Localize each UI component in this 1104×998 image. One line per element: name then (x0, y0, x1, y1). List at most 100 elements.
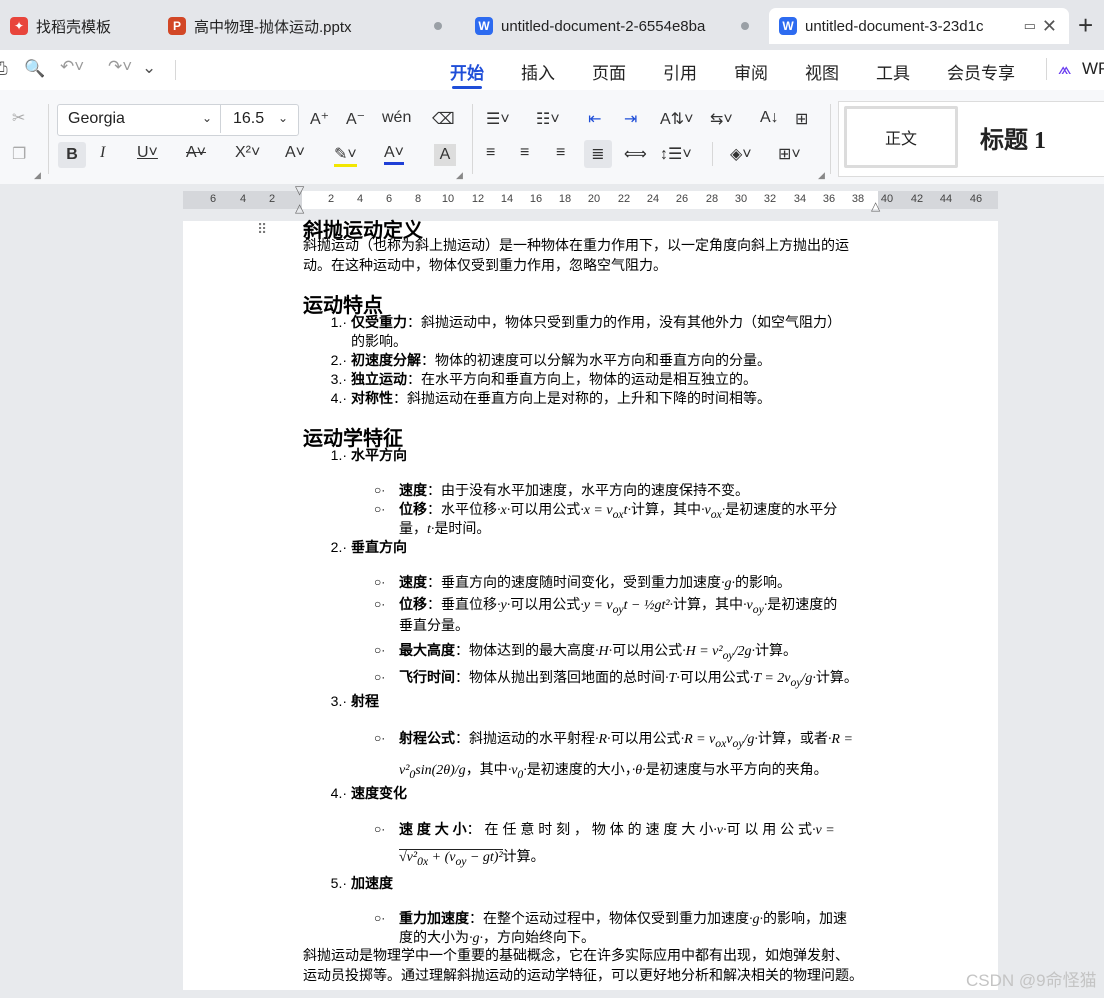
increase-indent-icon[interactable]: ⇥ (624, 109, 637, 129)
menu-page[interactable]: 页面 (592, 59, 626, 84)
ruler-tick: 16 (529, 193, 543, 205)
copy-icon[interactable]: ❐ (12, 144, 26, 164)
list-number: 3.· (330, 693, 347, 709)
ruler-tick: 26 (675, 193, 689, 205)
menu-wps-ai[interactable]: WPS (1082, 59, 1104, 79)
az-sort-icon[interactable]: A↓ (760, 109, 779, 127)
shrink-font-icon[interactable]: A⁻ (346, 109, 365, 129)
font-size[interactable]: 16.5 (233, 110, 264, 128)
paragraph-conclusion-line1: 斜抛运动是物理学中一个重要的基础概念，它在许多实际应用中都有出现，如炮弹发射、 (303, 947, 849, 963)
distributed-icon[interactable]: ⟺ (624, 144, 647, 164)
underline-icon[interactable]: U˅ (137, 144, 158, 162)
font-name[interactable]: Georgia (68, 110, 125, 128)
ruler-tick: 2 (268, 193, 276, 205)
chevron-down-icon[interactable]: ⌄ (278, 111, 288, 125)
sub-item: 飞行时间：物体从抛出到落回地面的总时间·T·可以用公式·T = 2voy/g·计… (399, 669, 858, 689)
menu-view[interactable]: 视图 (805, 59, 839, 84)
text-direction-icon[interactable]: A⇅˅ (660, 109, 693, 129)
right-indent-marker-icon[interactable]: △ (871, 199, 880, 213)
watermark: CSDN @9命怪猫 (966, 971, 1097, 990)
italic-icon[interactable]: I (100, 144, 105, 162)
menu-insert[interactable]: 插入 (521, 59, 555, 84)
sort-icon[interactable]: ⇆˅ (710, 109, 733, 129)
bullet-icon: ○· (374, 502, 386, 516)
char-shading-icon[interactable]: A (434, 144, 456, 166)
expand-icon[interactable]: ◢ (456, 170, 463, 181)
list-number: 2.· (330, 539, 347, 555)
grow-font-icon[interactable]: A⁺ (310, 109, 329, 129)
align-center-icon[interactable]: ≡ (520, 144, 529, 162)
chevron-down-icon[interactable]: ⌄ (142, 58, 156, 78)
redo-icon[interactable]: ↷˅ (108, 57, 132, 77)
close-tab-icon[interactable]: ✕ (1042, 16, 1057, 37)
monitor-icon[interactable]: ▭ (1024, 18, 1036, 34)
menu-review[interactable]: 审阅 (734, 59, 768, 84)
wps-writer-icon: W (779, 17, 797, 35)
sub-item: 速 度 大 小： 在 任 意 时 刻 ， 物 体 的 速 度 大 小·v·可 以… (399, 821, 835, 838)
menu-references[interactable]: 引用 (663, 59, 697, 84)
text-effect-icon[interactable]: A˅ (285, 144, 305, 162)
tab-document-2[interactable]: W untitled-document-2-6554e8ba (465, 8, 763, 44)
phonetic-guide-icon[interactable]: wén (382, 109, 411, 127)
expand-icon[interactable]: ◢ (818, 170, 825, 181)
drag-handle-icon[interactable]: ⠿ (257, 221, 267, 238)
align-right-icon[interactable]: ≡ (556, 144, 565, 162)
sub-item-continuation: 度的大小为·g·，方向始终向下。 (399, 929, 595, 946)
bottom-bar (0, 990, 1104, 998)
bullet-icon: ○· (374, 670, 386, 684)
paragraph-conclusion-line2: 运动员投掷等。通过理解斜抛运动的运动学特征，可以更好地分析和解决相关的物理问题。 (303, 967, 863, 983)
ruler-tick: 38 (851, 193, 865, 205)
ruler-tick: 30 (734, 193, 748, 205)
shading-icon[interactable]: ◈˅ (730, 144, 752, 164)
ruler-tick: 12 (471, 193, 485, 205)
decrease-indent-icon[interactable]: ⇤ (588, 109, 601, 129)
bullet-list-icon[interactable]: ☰˅ (486, 109, 510, 129)
list-item: 仅受重力：斜抛运动中，物体只受到重力的作用，没有其他外力（如空气阻力） (351, 314, 841, 330)
highlight-icon[interactable]: ✎˅ (334, 144, 357, 167)
tab-pptx[interactable]: P 高中物理-抛体运动.pptx (158, 8, 456, 44)
sub-item-continuation: 垂直分量。 (399, 617, 469, 633)
bullet-icon: ○· (374, 911, 386, 925)
print-icon[interactable]: ⎙ (0, 59, 8, 79)
undo-icon[interactable]: ↶˅ (60, 57, 84, 77)
menu-tools[interactable]: 工具 (876, 59, 910, 84)
bullet-icon: ○· (374, 597, 386, 611)
sub-item: 重力加速度：在整个运动过程中，物体仅受到重力加速度·g·的影响，加速 (399, 910, 847, 927)
paragraph-definition-line2: 动。在这种运动中，物体仅受到重力作用，忽略空气阻力。 (303, 257, 667, 273)
list-number: 1.· (330, 447, 347, 463)
new-tab-icon[interactable]: + (1078, 10, 1093, 41)
style-heading-1[interactable]: 标题 1 (980, 120, 1046, 155)
menu-home[interactable]: 开始 (450, 59, 484, 84)
wps-ai-icon[interactable]: ⩕ (1058, 59, 1071, 79)
ruler-tick: 18 (558, 193, 572, 205)
ruler-tick: 10 (441, 193, 455, 205)
borders-icon[interactable]: ⊞˅ (778, 144, 801, 164)
ruler-tick: 6 (385, 193, 393, 205)
line-spacing-icon[interactable]: ↕☰˅ (660, 144, 692, 164)
divider (712, 142, 713, 166)
divider (830, 104, 831, 174)
strikethrough-icon[interactable]: A˅ (186, 144, 206, 162)
print-preview-icon[interactable]: 🔍 (24, 59, 45, 79)
superscript-icon[interactable]: X²˅ (235, 144, 260, 162)
tab-docer-templates[interactable]: ✦ 找稻壳模板 (0, 8, 152, 44)
style-normal[interactable]: 正文 (844, 106, 958, 168)
chevron-down-icon[interactable]: ⌄ (202, 111, 212, 125)
tab-label: 高中物理-抛体运动.pptx (194, 18, 352, 36)
tab-document-3[interactable]: W untitled-document-3-23d1c ▭ ✕ (769, 8, 1069, 44)
docer-icon: ✦ (10, 17, 28, 35)
bold-icon[interactable]: B (58, 142, 86, 168)
cut-icon[interactable]: ✂ (12, 108, 25, 128)
align-left-icon[interactable]: ≡ (486, 144, 495, 162)
clear-format-icon[interactable]: ⌫ (432, 109, 455, 129)
show-marks-icon[interactable]: ⊞ (795, 109, 808, 129)
numbered-list-icon[interactable]: ☷˅ (536, 109, 560, 129)
font-color-icon[interactable]: A˅ (384, 144, 405, 165)
hanging-indent-marker-icon[interactable]: △ (295, 201, 304, 215)
justify-icon[interactable]: ≣ (584, 140, 612, 168)
menu-member[interactable]: 会员专享 (947, 59, 1015, 84)
ruler-tick: 22 (617, 193, 631, 205)
expand-icon[interactable]: ◢ (34, 170, 41, 181)
list-number: 2.· (330, 352, 347, 368)
first-indent-marker-icon[interactable]: ▽ (295, 183, 304, 197)
